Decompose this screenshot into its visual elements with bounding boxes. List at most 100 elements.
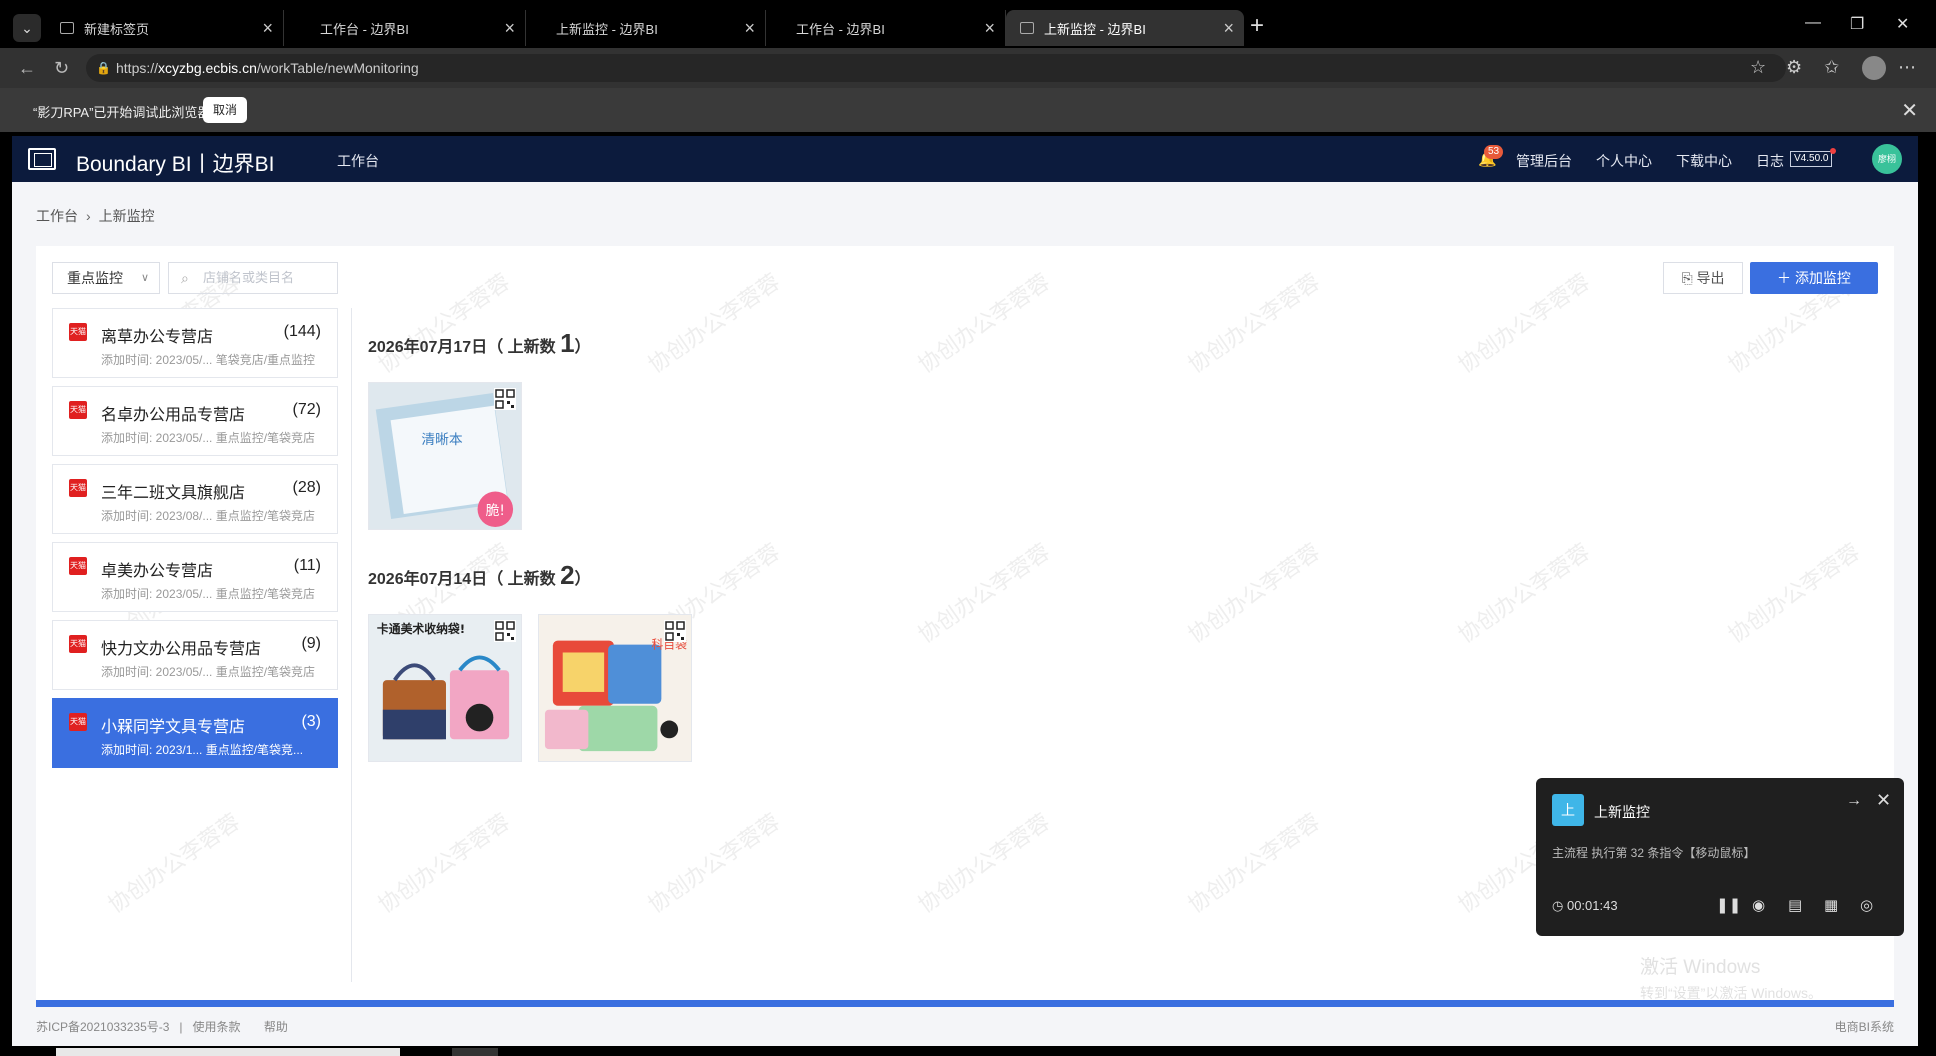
popup-close-icon[interactable]: ✕: [1876, 790, 1891, 811]
activation-line1: 激活 Windows: [1640, 957, 1761, 978]
store-item[interactable]: 天猫 快力文办公用品专营店 (9) 添加时间: 2023/05/... 重点监控…: [52, 620, 338, 690]
tab-label: 上新监控 - 边界BI: [1044, 21, 1146, 37]
minimize-icon[interactable]: —: [1805, 14, 1821, 32]
tab-close-icon[interactable]: ×: [262, 18, 273, 39]
filter-select[interactable]: 重点监控 ∨: [52, 262, 160, 294]
brand-title[interactable]: Boundary BI丨边界BI: [76, 148, 274, 178]
day-group-title: 2026年07月14日（ 上新数 2）: [368, 560, 591, 591]
store-name: 小槑同学文具专营店: [101, 719, 246, 736]
extensions-icon[interactable]: ⚙: [1786, 57, 1802, 78]
store-count: (144): [283, 323, 321, 340]
tab-close-icon[interactable]: ×: [984, 18, 995, 39]
rpa-app-icon: 上: [1552, 794, 1584, 826]
tab-actions-chevron-down-icon[interactable]: ⌄: [13, 14, 41, 42]
infobar-close-icon[interactable]: ✕: [1901, 98, 1918, 123]
version-update-dot: [1830, 148, 1836, 154]
store-meta: 添加时间: 2023/05/... 重点监控/笔袋竞店: [101, 587, 316, 601]
search-input[interactable]: ⌕ 店铺名或类目名: [168, 262, 338, 294]
qr-code-icon[interactable]: [494, 620, 516, 642]
qr-code-icon[interactable]: [494, 388, 516, 410]
tab-label: 新建标签页: [84, 21, 150, 37]
browser-icon[interactable]: ◎: [1860, 896, 1873, 914]
browser-tab[interactable]: 工作台 - 边界BI ×: [288, 10, 526, 46]
table-icon[interactable]: ▦: [1824, 896, 1838, 914]
favorites-icon[interactable]: ✩: [1824, 57, 1839, 78]
taskbar-app[interactable]: [452, 1048, 498, 1056]
store-item[interactable]: 天猫 名卓办公用品专营店 (72) 添加时间: 2023/05/... 重点监控…: [52, 386, 338, 456]
star-icon[interactable]: ☆: [1750, 57, 1766, 78]
tab-close-icon[interactable]: ×: [1223, 18, 1234, 39]
watermark: 协创办公李蓉蓉: [913, 538, 1055, 648]
clock-icon: ◷: [1552, 898, 1564, 913]
store-item-selected[interactable]: 天猫 小槑同学文具专营店 (3) 添加时间: 2023/1... 重点监控/笔袋…: [52, 698, 338, 768]
stop-icon[interactable]: ◉: [1752, 896, 1765, 914]
browser-tab[interactable]: 工作台 - 边界BI ×: [768, 10, 1006, 46]
store-item[interactable]: 天猫 三年二班文具旗舰店 (28) 添加时间: 2023/08/... 重点监控…: [52, 464, 338, 534]
version-badge[interactable]: V4.50.0: [1790, 151, 1833, 167]
store-item[interactable]: 天猫 离草办公专营店 (144) 添加时间: 2023/05/... 笔袋竞店/…: [52, 308, 338, 378]
address-bar[interactable]: 🔒 https://xcyzbg.ecbis.cn/workTable/newM…: [86, 54, 1786, 82]
nav-admin[interactable]: 管理后台: [1516, 151, 1572, 171]
footer-terms-link[interactable]: 使用条款: [193, 1020, 241, 1034]
search-icon: ⌕: [181, 270, 189, 286]
product-thumbnail[interactable]: 卡通美术收纳袋!: [368, 614, 522, 762]
taskbar-search[interactable]: [56, 1048, 400, 1056]
rpa-status-text: 主流程 执行第 32 条指令【移动鼠标】: [1552, 846, 1756, 860]
infobar-cancel-button[interactable]: 取消: [203, 97, 247, 123]
store-meta: 添加时间: 2023/08/... 重点监控/笔袋竞店: [101, 509, 316, 523]
footer-system-name: 电商BI系统: [1834, 1020, 1894, 1034]
nav-log[interactable]: 日志: [1756, 151, 1784, 171]
nav-downloads[interactable]: 下载中心: [1676, 151, 1732, 171]
browser-profile-avatar[interactable]: [1862, 56, 1886, 80]
watermark: 协创办公李蓉蓉: [373, 808, 515, 918]
back-arrow-icon[interactable]: ←: [18, 58, 36, 79]
pause-icon[interactable]: ❚❚: [1716, 896, 1741, 914]
qr-code-icon[interactable]: [664, 620, 686, 642]
product-thumbnail[interactable]: 清晰本 脆!: [368, 382, 522, 530]
store-count: (9): [301, 635, 321, 652]
divider: [351, 308, 352, 982]
watermark: 协创办公李蓉蓉: [1723, 538, 1865, 648]
screen: ⌄ 新建标签页 × 工作台 - 边界BI × 上新监控 - 边界BI × 工作台…: [0, 0, 1936, 1056]
maximize-icon[interactable]: ❐: [1850, 14, 1864, 34]
window-close-icon[interactable]: ✕: [1896, 14, 1909, 34]
reload-icon[interactable]: ↻: [54, 58, 69, 79]
footer-help-link[interactable]: 帮助: [264, 1020, 288, 1034]
plus-icon: ＋: [1777, 270, 1792, 286]
footer-separator: [251, 1020, 254, 1034]
browser-tab-active[interactable]: 上新监控 - 边界BI ×: [1006, 10, 1244, 46]
arrow-right-icon[interactable]: →: [1846, 792, 1862, 810]
new-tab-plus-icon[interactable]: +: [1250, 12, 1264, 40]
breadcrumb-current: 上新监控: [98, 208, 155, 224]
store-name: 名卓办公用品专营店: [101, 407, 246, 424]
export-label: 导出: [1696, 270, 1725, 286]
export-icon: ⎘: [1681, 270, 1693, 286]
more-menu-icon[interactable]: ⋯: [1898, 57, 1916, 78]
add-monitor-button[interactable]: ＋ 添加监控: [1750, 262, 1878, 294]
watermark: 协创办公李蓉蓉: [1183, 538, 1325, 648]
day-date: 2026年07月17日: [368, 339, 488, 356]
store-item[interactable]: 天猫 卓美办公专营店 (11) 添加时间: 2023/05/... 重点监控/笔…: [52, 542, 338, 612]
user-avatar[interactable]: 廖栩: [1872, 144, 1902, 174]
rpa-timer: ◷ 00:01:43: [1552, 898, 1618, 914]
store-meta: 添加时间: 2023/05/... 重点监控/笔袋竞店: [101, 431, 316, 445]
store-list: 天猫 离草办公专营店 (144) 添加时间: 2023/05/... 笔袋竞店/…: [52, 308, 338, 776]
tab-close-icon[interactable]: ×: [744, 18, 755, 39]
log-document-icon[interactable]: ▤: [1788, 896, 1802, 914]
browser-tab[interactable]: 新建标签页 ×: [46, 10, 284, 46]
tab-close-icon[interactable]: ×: [504, 18, 515, 39]
day-date: 2026年07月14日: [368, 571, 488, 588]
tab-label: 上新监控 - 边界BI: [556, 21, 658, 37]
nav-worktable[interactable]: 工作台: [337, 151, 379, 171]
footer-separator: |: [179, 1020, 183, 1034]
store-name: 离草办公专营店: [101, 329, 214, 346]
footer-icp-link[interactable]: 苏ICP备2021033235号-3: [36, 1020, 169, 1034]
browser-tab[interactable]: 上新监控 - 边界BI ×: [528, 10, 766, 46]
breadcrumb-root[interactable]: 工作台: [36, 208, 78, 224]
footer: 苏ICP备2021033235号-3 | 使用条款 帮助 电商BI系统: [36, 1018, 1894, 1035]
product-thumbnail[interactable]: 科目袋: [538, 614, 692, 762]
tab-label: 工作台 - 边界BI: [320, 21, 409, 37]
watermark: 协创办公李蓉蓉: [913, 808, 1055, 918]
export-button[interactable]: ⎘ 导出: [1663, 262, 1743, 294]
nav-profile[interactable]: 个人中心: [1596, 151, 1652, 171]
